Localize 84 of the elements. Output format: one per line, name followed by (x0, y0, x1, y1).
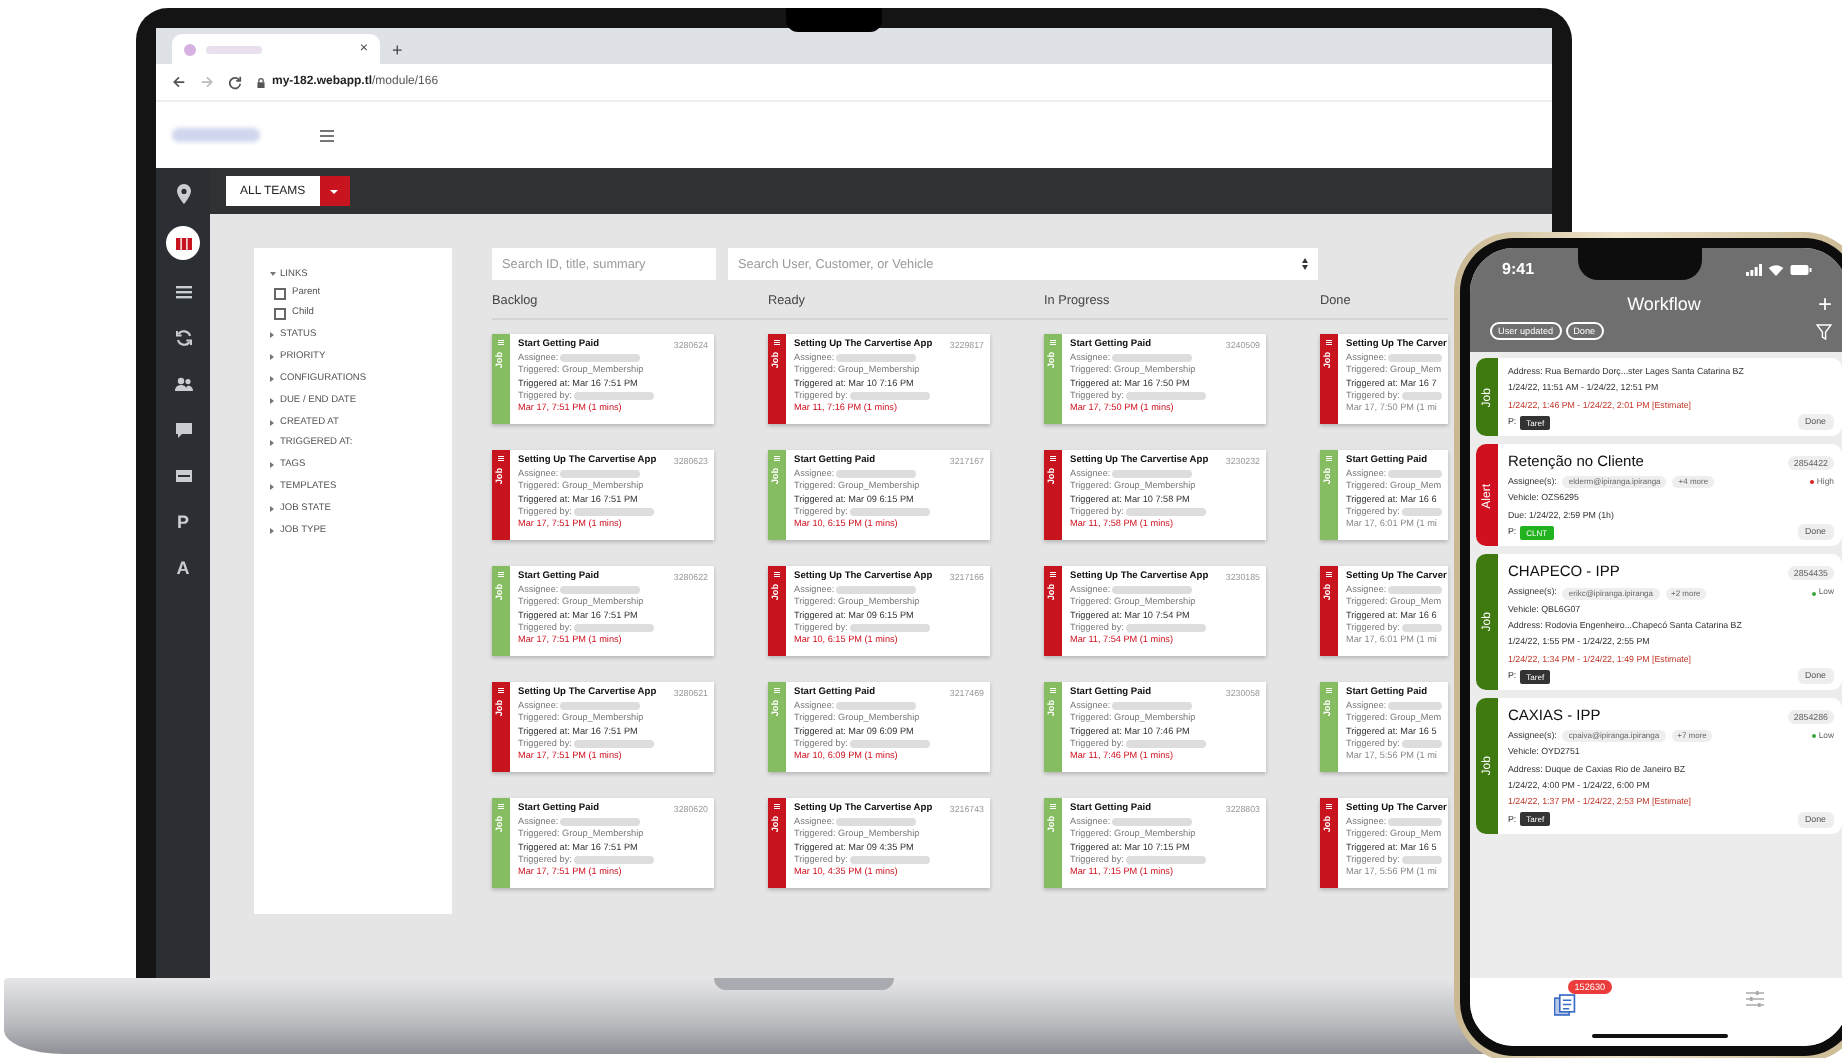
redacted-bar (573, 855, 654, 864)
screen-title: Workflow (1625, 294, 1703, 314)
caret-icon (330, 189, 339, 193)
redacted-bar (560, 354, 641, 363)
redacted-bar (1112, 702, 1193, 711)
redacted-bar (1401, 507, 1442, 516)
redacted-bar (849, 391, 930, 400)
favicon-icon (184, 43, 196, 55)
status-time: 9:41 (1502, 260, 1535, 278)
redacted-bar (573, 739, 654, 748)
redacted-bar (573, 623, 654, 632)
chat-icon (173, 420, 193, 440)
redacted-bar (1125, 623, 1206, 632)
checkbox[interactable] (274, 307, 286, 320)
add-button[interactable]: + (1817, 292, 1832, 316)
menu-icon[interactable] (320, 129, 334, 141)
caret-right-icon[interactable] (270, 397, 276, 404)
camera-notch (1578, 248, 1702, 280)
lock-icon (256, 75, 266, 89)
sort-icon (1302, 258, 1308, 270)
redacted-bar (1112, 354, 1193, 363)
redacted-bar (836, 354, 917, 363)
redacted-bar (849, 623, 930, 632)
redacted-bar (560, 586, 641, 595)
caret-right-icon[interactable] (270, 527, 276, 534)
redacted-bar (1388, 586, 1442, 595)
redacted-bar (1388, 354, 1442, 363)
sidebar-item[interactable]: P (169, 508, 197, 536)
sidebar-item[interactable] (166, 226, 200, 260)
redacted-bar (1125, 855, 1206, 864)
caret-right-icon[interactable] (270, 440, 276, 447)
caret-right-icon[interactable] (270, 505, 276, 512)
pin-icon (173, 184, 193, 204)
redacted-bar (1401, 855, 1442, 864)
redacted-bar (1401, 623, 1442, 632)
logo (172, 128, 260, 142)
tray-icon (173, 466, 193, 486)
filter-icon[interactable] (1816, 323, 1832, 339)
redacted-bar (836, 470, 917, 479)
wifi-icon (1767, 263, 1784, 275)
sync-icon (173, 328, 193, 348)
camera-notch (786, 8, 882, 32)
caret-right-icon[interactable] (270, 332, 276, 339)
redacted-bar (836, 586, 917, 595)
redacted-bar (849, 507, 930, 516)
people-icon (173, 374, 193, 394)
signal-icon (1745, 263, 1762, 275)
redacted-bar (1401, 739, 1442, 748)
board-icon (173, 233, 193, 253)
redacted-bar (560, 470, 641, 479)
redacted-bar (836, 818, 917, 827)
redacted-bar (1388, 702, 1442, 711)
redacted-bar (1112, 818, 1193, 827)
redacted-bar (560, 702, 641, 711)
documents-icon[interactable] (1554, 994, 1577, 1016)
redacted-bar (573, 507, 654, 516)
new-tab-button[interactable]: + (392, 40, 403, 64)
sidebar-item[interactable]: A (169, 554, 197, 582)
redacted-bar (1125, 507, 1206, 516)
redacted-bar (1125, 739, 1206, 748)
checkbox[interactable] (274, 287, 286, 300)
redacted-bar (1388, 818, 1442, 827)
redacted-bar (849, 855, 930, 864)
redacted-bar (573, 391, 654, 400)
settings-sliders-icon[interactable] (1745, 990, 1764, 1008)
caret-right-icon[interactable] (270, 419, 276, 426)
list-icon (173, 282, 193, 302)
caret-down-icon[interactable] (270, 272, 276, 278)
dropdown-button[interactable] (319, 176, 350, 206)
redacted-bar (836, 702, 917, 711)
redacted-bar (1388, 470, 1442, 479)
reload-icon[interactable] (228, 74, 242, 90)
caret-right-icon[interactable] (270, 375, 276, 382)
caret-right-icon[interactable] (270, 354, 276, 361)
caret-right-icon[interactable] (270, 483, 276, 490)
redacted-bar (1125, 391, 1206, 400)
redacted-bar (1112, 586, 1193, 595)
redacted-bar (1112, 470, 1193, 479)
caret-right-icon[interactable] (270, 462, 276, 469)
battery-icon (1789, 263, 1812, 275)
redacted-bar (849, 739, 930, 748)
redacted-bar (560, 818, 641, 827)
back-icon[interactable] (172, 74, 186, 90)
redacted-bar (1401, 391, 1442, 400)
